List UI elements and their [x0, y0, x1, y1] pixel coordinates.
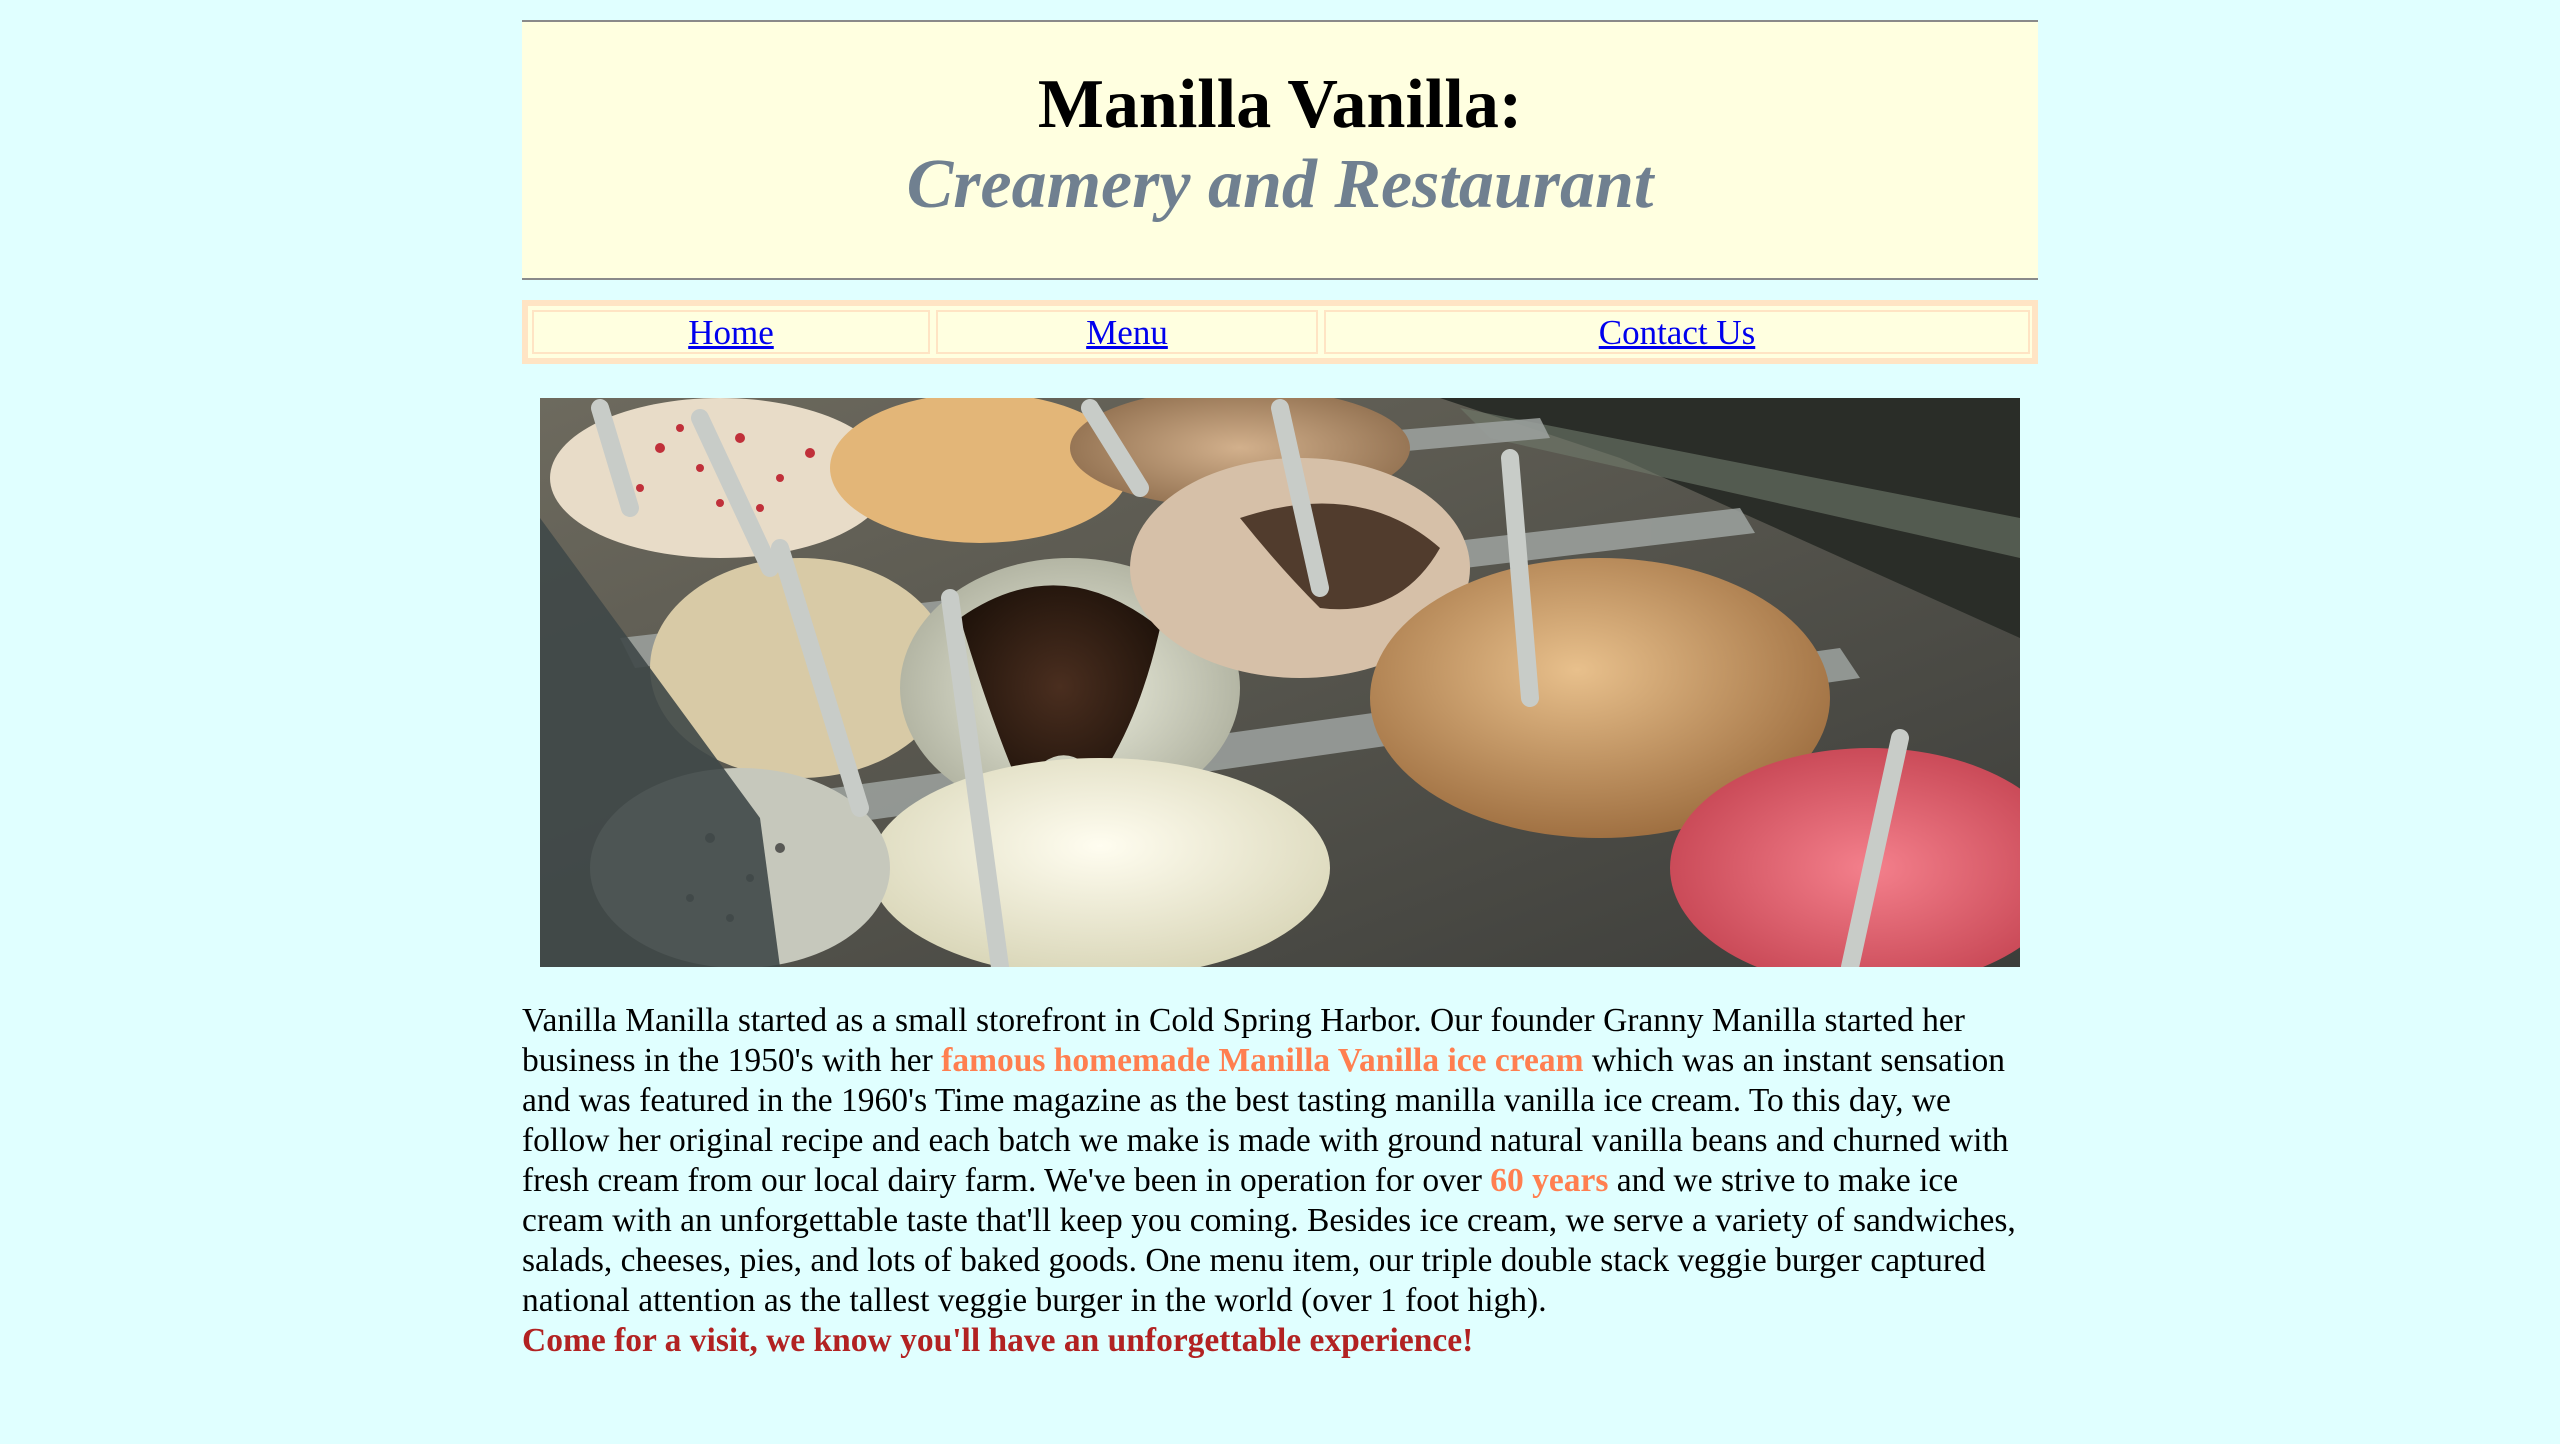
- closing-invitation: Come for a visit, we know you'll have an…: [522, 1322, 1474, 1359]
- highlight-famous-ice-cream: famous homemade Manilla Vanilla ice crea…: [941, 1042, 1584, 1079]
- site-title: Manilla Vanilla:: [1037, 66, 1523, 143]
- about-paragraph: Vanilla Manilla started as a small store…: [522, 1001, 2042, 1361]
- hero-image-ice-cream-case: [540, 398, 2020, 967]
- nav-link-contact-us[interactable]: Contact Us: [1599, 313, 1756, 352]
- site-header: Manilla Vanilla: Creamery and Restaurant: [522, 20, 2038, 280]
- main-nav: Home Menu Contact Us: [522, 300, 2038, 364]
- highlight-60-years: 60 years: [1490, 1162, 1609, 1199]
- nav-link-menu[interactable]: Menu: [1086, 313, 1168, 352]
- nav-cell-home: Home: [532, 310, 930, 354]
- page-container: Manilla Vanilla: Creamery and Restaurant…: [522, 20, 2038, 1361]
- nav-cell-contact: Contact Us: [1324, 310, 2030, 354]
- nav-link-home[interactable]: Home: [688, 313, 774, 352]
- nav-cell-menu: Menu: [936, 310, 1318, 354]
- site-subtitle: Creamery and Restaurant: [906, 146, 1654, 223]
